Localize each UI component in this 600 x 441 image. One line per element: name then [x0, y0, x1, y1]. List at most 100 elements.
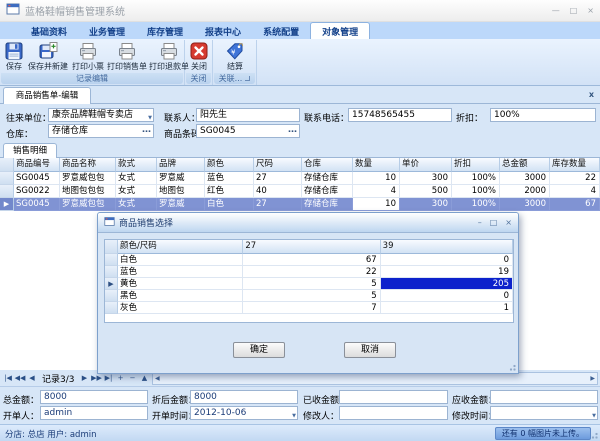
- grid-cell[interactable]: 40: [254, 185, 302, 198]
- grid-cell[interactable]: 27: [254, 198, 302, 211]
- nav-next-button[interactable]: ▶: [79, 374, 91, 382]
- statusbar-upload-notice[interactable]: 还有 0 幅图片未上传。: [495, 427, 591, 440]
- column-header[interactable]: 品牌: [157, 158, 205, 172]
- grid-cell[interactable]: 5: [243, 278, 380, 290]
- grid-cell[interactable]: 500: [400, 185, 452, 198]
- chevron-down-icon[interactable]: ▼: [292, 410, 296, 420]
- grid-cell[interactable]: 白色: [205, 198, 254, 211]
- column-header[interactable]: 尺码: [254, 158, 302, 172]
- cancel-button[interactable]: 取消: [344, 342, 396, 358]
- modify-time-dropdown[interactable]: ▼: [490, 406, 598, 420]
- nav-next-page-button[interactable]: ▶▶: [91, 374, 103, 382]
- phone-field[interactable]: 15748565455: [348, 108, 452, 122]
- nav-first-button[interactable]: |◀: [2, 374, 14, 382]
- titlebar[interactable]: 蓝格鞋帽销售管理系统 — □ ×: [0, 0, 600, 22]
- grid-cell[interactable]: 蓝色: [205, 172, 254, 185]
- grid-cell[interactable]: SG0022: [14, 185, 60, 198]
- grid-cell[interactable]: 罗意威: [157, 172, 205, 185]
- tab-sale-detail[interactable]: 销售明细: [3, 143, 57, 158]
- document-tab-sale-edit[interactable]: 商品销售单-编辑: [3, 87, 91, 104]
- column-header[interactable]: 总金额: [500, 158, 550, 172]
- grid-cell[interactable]: 存储仓库: [302, 172, 353, 185]
- ribbon-tab-basic-data[interactable]: 基础资料: [20, 23, 78, 39]
- grid-cell[interactable]: 女式: [116, 198, 157, 211]
- grid-cell[interactable]: 黑色: [118, 290, 243, 302]
- grid-cell[interactable]: 27: [254, 172, 302, 185]
- grid-cell[interactable]: 存储仓库: [302, 185, 353, 198]
- grid-cell[interactable]: 4: [550, 185, 600, 198]
- resize-grip-icon[interactable]: [507, 362, 516, 371]
- grid-cell[interactable]: 3000: [500, 172, 550, 185]
- contact-field[interactable]: 阳先生: [196, 108, 300, 122]
- grid-cell[interactable]: 灰色: [118, 302, 243, 314]
- barcode-picker[interactable]: SG0045 …: [196, 124, 300, 138]
- nav-last-button[interactable]: ▶|: [103, 374, 115, 382]
- grid-cell[interactable]: 5: [243, 290, 380, 302]
- scroll-left-icon[interactable]: ◀: [155, 375, 160, 382]
- ellipsis-icon[interactable]: …: [142, 124, 151, 136]
- discounted-amount-field[interactable]: 8000: [190, 390, 298, 404]
- column-header[interactable]: 仓库: [302, 158, 353, 172]
- warehouse-picker[interactable]: 存储仓库 …: [48, 124, 154, 138]
- ribbon-tab-reports[interactable]: 报表中心: [194, 23, 252, 39]
- save-and-new-button[interactable]: 保存并新建: [26, 40, 70, 73]
- grid-cell[interactable]: 19: [381, 266, 513, 278]
- grid-cell[interactable]: 地图包包包: [60, 185, 116, 198]
- ok-button[interactable]: 确定: [233, 342, 285, 358]
- chevron-down-icon[interactable]: ▼: [148, 112, 152, 122]
- grid-cell[interactable]: 22: [243, 266, 380, 278]
- grid-cell[interactable]: 10: [353, 198, 400, 211]
- column-header[interactable]: 单价: [400, 158, 452, 172]
- print-receipt-button[interactable]: 打印小票: [70, 40, 106, 73]
- grid-cell[interactable]: 罗意威: [157, 198, 205, 211]
- nav-edit-button[interactable]: ▲: [139, 374, 151, 382]
- grid-cell[interactable]: 罗意威包包: [60, 172, 116, 185]
- grid-cell[interactable]: 100%: [452, 172, 500, 185]
- table-row[interactable]: ▶SG0045罗意威包包女式罗意威白色27存储仓库10300100%300067: [0, 198, 600, 211]
- grid-cell[interactable]: 2000: [500, 185, 550, 198]
- received-amount-field[interactable]: [339, 390, 448, 404]
- dialog-minimize-button[interactable]: –: [478, 218, 482, 227]
- grid-cell[interactable]: 100%: [452, 198, 500, 211]
- chevron-down-icon[interactable]: ▼: [592, 410, 596, 420]
- dialog-titlebar[interactable]: 商品销售选择 – □ ×: [98, 213, 518, 233]
- nav-delete-button[interactable]: −: [127, 374, 139, 382]
- grid-cell[interactable]: 存储仓库: [302, 198, 353, 211]
- customer-dropdown[interactable]: 康奈品牌鞋帽专卖店 ▼: [48, 108, 154, 122]
- close-form-button[interactable]: 关闭: [187, 40, 211, 73]
- grid-cell[interactable]: SG0045: [14, 198, 60, 211]
- total-amount-field[interactable]: 8000: [40, 390, 148, 404]
- column-header[interactable]: 27: [243, 240, 380, 254]
- grid-cell[interactable]: 女式: [116, 172, 157, 185]
- column-header[interactable]: 库存数量: [550, 158, 600, 172]
- settle-button[interactable]: ¥ 结算: [215, 40, 255, 73]
- nav-prev-button[interactable]: ◀: [26, 374, 38, 382]
- grid-cell[interactable]: 10: [353, 172, 400, 185]
- ribbon-tab-object-management[interactable]: 对象管理: [310, 22, 370, 39]
- scroll-right-icon[interactable]: ▶: [590, 375, 595, 382]
- grid-cell[interactable]: 0: [381, 290, 513, 302]
- creator-field[interactable]: admin: [40, 406, 148, 420]
- nav-append-button[interactable]: +: [115, 374, 127, 382]
- dialog-launcher-icon[interactable]: [245, 76, 250, 81]
- grid-cell[interactable]: 7: [243, 302, 380, 314]
- table-row[interactable]: ▶黄色5205: [105, 278, 513, 290]
- table-row[interactable]: SG0022地图包包包女式地图包红色40存储仓库4500100%20004: [0, 185, 600, 198]
- grid-cell[interactable]: 22: [550, 172, 600, 185]
- column-header[interactable]: 折扣: [452, 158, 500, 172]
- document-close-icon[interactable]: x: [589, 90, 594, 99]
- table-row[interactable]: 蓝色2219: [105, 266, 513, 278]
- table-row[interactable]: 白色670: [105, 254, 513, 266]
- resize-grip-icon[interactable]: [589, 430, 598, 439]
- modifier-field[interactable]: [339, 406, 448, 420]
- grid-cell[interactable]: 0: [381, 254, 513, 266]
- ribbon-tab-system-config[interactable]: 系统配置: [252, 23, 310, 39]
- table-row[interactable]: SG0045罗意威包包女式罗意威蓝色27存储仓库10300100%300022: [0, 172, 600, 185]
- column-header[interactable]: 39: [381, 240, 513, 254]
- grid-cell[interactable]: 罗意威包包: [60, 198, 116, 211]
- ellipsis-icon[interactable]: …: [288, 124, 297, 136]
- grid-cell[interactable]: 300: [400, 172, 452, 185]
- grid-cell[interactable]: 3000: [500, 198, 550, 211]
- nav-prev-page-button[interactable]: ◀◀: [14, 374, 26, 382]
- dialog-close-button[interactable]: ×: [505, 218, 512, 227]
